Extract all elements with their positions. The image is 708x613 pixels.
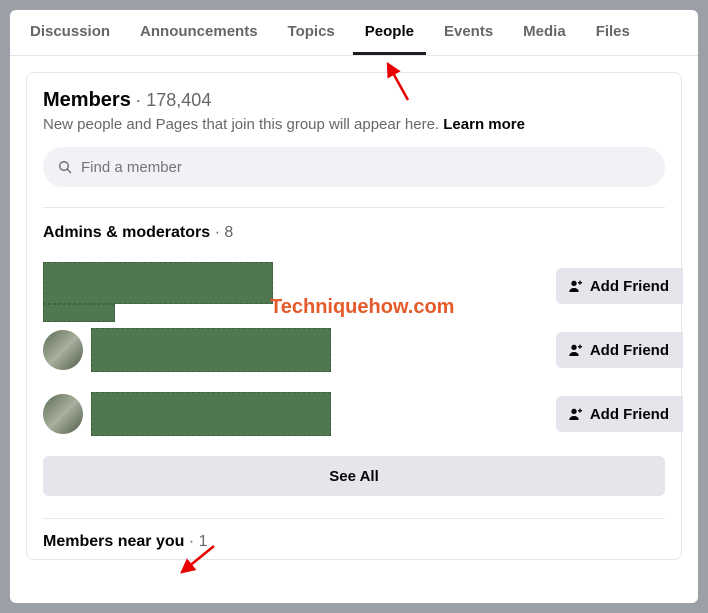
tab-discussion[interactable]: Discussion [18,10,122,55]
members-header: Members · 178,404 [43,89,665,112]
search-input[interactable] [81,159,651,176]
group-members-window: Discussion Announcements Topics People E… [10,10,698,603]
group-tabs: Discussion Announcements Topics People E… [10,10,698,56]
tab-topics[interactable]: Topics [276,10,347,55]
redacted-block [43,304,115,322]
tab-media[interactable]: Media [511,10,578,55]
tab-announcements[interactable]: Announcements [128,10,270,55]
member-search-bar[interactable] [43,147,665,187]
divider [43,207,665,208]
add-friend-button[interactable]: Add Friend [556,332,683,368]
admins-list: Add Friend Add Friend [43,254,665,446]
tab-events[interactable]: Events [432,10,505,55]
add-friend-icon [568,406,584,422]
member-row: Add Friend [43,318,665,382]
near-you-title: Members near you · 1 [43,533,665,551]
learn-more-link[interactable]: Learn more [443,116,525,133]
add-friend-icon [568,278,584,294]
content-area: Members · 178,404 New people and Pages t… [10,56,698,560]
avatar[interactable] [43,394,83,434]
avatar[interactable] [43,330,83,370]
admins-section-title: Admins & moderators · 8 [43,224,665,242]
members-title: Members [43,89,131,111]
members-panel: Members · 178,404 New people and Pages t… [26,72,682,560]
member-row: Add Friend [43,254,665,318]
members-description: New people and Pages that join this grou… [43,116,665,133]
add-friend-button[interactable]: Add Friend [556,268,683,304]
redacted-block [91,392,331,436]
add-friend-button[interactable]: Add Friend [556,396,683,432]
tab-files[interactable]: Files [584,10,642,55]
member-row: Add Friend [43,382,665,446]
members-count: · 178,404 [135,90,211,110]
search-icon [57,159,73,175]
tab-people[interactable]: People [353,10,426,55]
see-all-button[interactable]: See All [43,456,665,496]
redacted-block [91,328,331,372]
redacted-block [43,262,273,304]
members-near-you-section: Members near you · 1 [43,518,665,551]
add-friend-icon [568,342,584,358]
